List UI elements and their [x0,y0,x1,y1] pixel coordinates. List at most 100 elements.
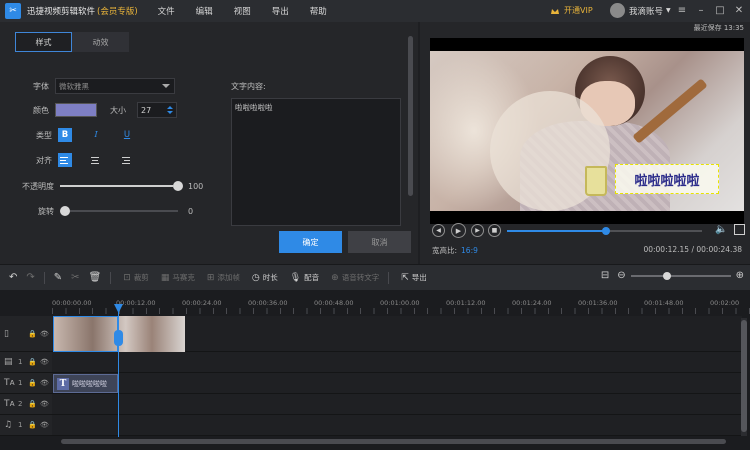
stepper-up-icon[interactable] [167,106,173,109]
menu-file[interactable]: 文件 [158,5,175,17]
menu-icon[interactable]: ≡ [675,4,689,18]
prev-frame-icon[interactable]: ◀ [432,224,445,237]
vip-button[interactable]: 开通VIP [550,5,593,16]
underline-button[interactable]: U [120,128,134,142]
divider [43,271,45,284]
color-row: 颜色 大小 27 [0,102,177,118]
volume-icon[interactable]: 🔈 [715,224,727,235]
overlay-text[interactable]: 啦啦啦啦啦 [615,164,719,194]
opacity-slider[interactable] [60,180,183,192]
edit-tabs: 样式 动效 [15,32,129,52]
lock-icon[interactable]: 🔒 [28,358,40,366]
text-overlay[interactable]: 啦啦啦啦啦 [585,162,719,196]
dub-label: 配音 [304,273,320,282]
zoom-slider[interactable] [630,271,731,281]
playhead-marker[interactable] [114,330,123,346]
menu-export[interactable]: 导出 [272,5,289,17]
clock-icon: ◷ [251,272,260,283]
align-center-icon[interactable] [89,153,103,167]
color-swatch[interactable] [55,103,97,117]
type-label: 类型 [36,130,52,140]
dub-button[interactable]: 🎙 配音 [290,272,319,283]
lock-icon[interactable]: 🔒 [28,421,40,429]
playhead[interactable] [118,305,119,437]
menu-help[interactable]: 帮助 [310,5,327,17]
eye-icon[interactable]: 👁 [40,379,49,387]
chevron-down-icon [162,84,170,88]
eye-icon[interactable]: 👁 [40,358,49,366]
timeline-ruler[interactable]: 00:00:00.00 00:00:12.00 00:00:24.00 00:0… [52,290,750,316]
duration-button[interactable]: ◷ 时长 [252,272,278,283]
font-label: 字体 [33,81,49,91]
tab-style[interactable]: 样式 [15,32,72,52]
export-label: 导出 [411,273,427,282]
eye-icon[interactable]: 👁 [40,400,49,408]
confirm-button[interactable]: 确定 [279,231,342,253]
fullscreen-icon[interactable] [734,224,745,235]
redo-icon[interactable]: ↷ [26,272,34,283]
add-frame-button[interactable]: ⊞ 添加帧 [207,272,240,283]
zoom-handle[interactable] [662,271,671,280]
lock-icon[interactable]: 🔒 [28,379,40,387]
user-account[interactable]: 我滴账号 ▼ [610,3,671,18]
stop-icon[interactable]: ■ [488,224,501,237]
align-left-icon[interactable] [58,153,72,167]
track-lane-music[interactable] [52,415,742,436]
rotate-slider[interactable] [60,205,178,217]
track-header-text-2: Tᴀ 2 🔒 👁 [0,394,52,415]
play-icon[interactable]: ▶ [451,223,466,238]
mosaic-icon: ▦ [160,272,170,283]
aspect-value[interactable]: 16:9 [461,246,478,255]
menu-view[interactable]: 视图 [234,5,251,17]
lock-icon[interactable]: 🔒 [28,400,40,408]
next-frame-icon[interactable]: ▶ [471,224,484,237]
align-right-icon[interactable] [120,153,134,167]
slider-handle[interactable] [60,206,70,216]
lock-icon[interactable]: 🔒 [28,330,40,338]
progress-handle[interactable] [602,227,610,235]
bold-button[interactable]: B [58,128,72,142]
italic-button[interactable]: I [89,128,103,142]
ruler-label: 00:02:00 [710,299,740,307]
stepper-down-icon[interactable] [167,111,173,114]
mosaic-label: 马赛克 [172,273,195,282]
playback-progress[interactable] [507,227,702,235]
video-track-icon: ▯ [4,328,9,339]
tab-animation[interactable]: 动效 [72,32,129,52]
fit-icon[interactable]: ⊟ [601,270,609,281]
zoom-in-icon[interactable]: ⊕ [736,270,744,281]
text-clip-label: 啦啦啦啦啦 [72,379,107,388]
crown-icon [551,8,559,14]
edit-icon[interactable]: ✎ [54,272,62,283]
ruler-label: 00:00:00.00 [52,299,92,307]
text-content-input[interactable]: 啦啦啦啦啦 [231,98,401,226]
maximize-icon[interactable]: □ [713,4,727,18]
speech-to-text-label: 语音转文字 [341,273,380,282]
track-lane-text-2[interactable] [52,394,742,415]
undo-icon[interactable]: ↶ [9,272,17,283]
speech-to-text-button[interactable]: ⊕ 语音转文字 [331,272,379,283]
close-icon[interactable]: ✕ [732,4,746,18]
menu-edit[interactable]: 编辑 [196,5,213,17]
mosaic-button[interactable]: ▦ 马赛克 [161,272,195,283]
timeline-vscrollbar[interactable] [741,318,747,436]
timeline-hscrollbar[interactable] [56,438,736,445]
delete-icon[interactable]: 🗑 [89,272,102,283]
eye-icon[interactable]: 👁 [40,421,49,429]
cancel-button[interactable]: 取消 [348,231,411,253]
cut-icon[interactable]: ✂ [71,272,79,283]
avatar [610,3,625,18]
zoom-out-icon[interactable]: ⊖ [617,270,625,281]
size-stepper[interactable]: 27 [137,102,177,118]
video-preview[interactable]: 啦啦啦啦啦 [430,38,744,224]
track-lane-text-1[interactable] [52,373,742,394]
export-button[interactable]: ⇱ 导出 [401,272,427,283]
eye-icon[interactable]: 👁 [40,330,49,338]
track-lane-overlay[interactable] [52,352,742,373]
text-clip[interactable]: T 啦啦啦啦啦 [53,374,118,393]
font-select[interactable]: 微软雅黑 [55,78,175,94]
crop-button[interactable]: ⊡ 裁剪 [123,272,149,283]
slider-handle[interactable] [173,181,183,191]
panel-scrollbar[interactable] [407,24,414,224]
minimize-icon[interactable]: – [694,4,708,18]
